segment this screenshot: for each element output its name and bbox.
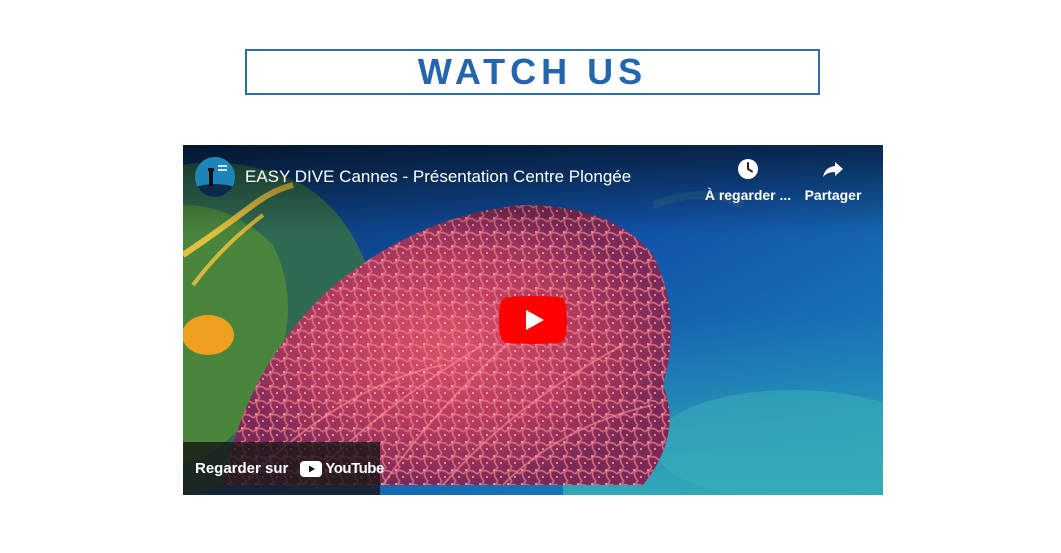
watch-on-youtube-button[interactable]: Regarder sur YouTube <box>183 442 384 495</box>
section-heading-box: WATCH US <box>245 49 820 95</box>
lighthouse-logo-icon <box>195 157 235 197</box>
share-label: Partager <box>804 187 862 203</box>
section-heading: WATCH US <box>417 51 648 92</box>
watch-later-label: À regarder ... <box>704 187 792 203</box>
youtube-logo-text: YouTube <box>325 460 384 477</box>
channel-avatar[interactable] <box>195 157 235 197</box>
video-title[interactable]: EASY DIVE Cannes - Présentation Centre P… <box>245 167 631 187</box>
video-player[interactable]: EASY DIVE Cannes - Présentation Centre P… <box>183 145 883 495</box>
share-arrow-icon <box>823 162 843 177</box>
share-button[interactable]: Partager <box>798 157 868 203</box>
clock-icon <box>738 159 758 179</box>
watch-later-button[interactable]: À regarder ... <box>703 157 793 203</box>
youtube-logo: YouTube <box>300 460 384 477</box>
watch-on-label: Regarder sur <box>195 460 289 477</box>
play-button[interactable] <box>499 296 567 344</box>
youtube-logo-icon <box>300 460 323 477</box>
